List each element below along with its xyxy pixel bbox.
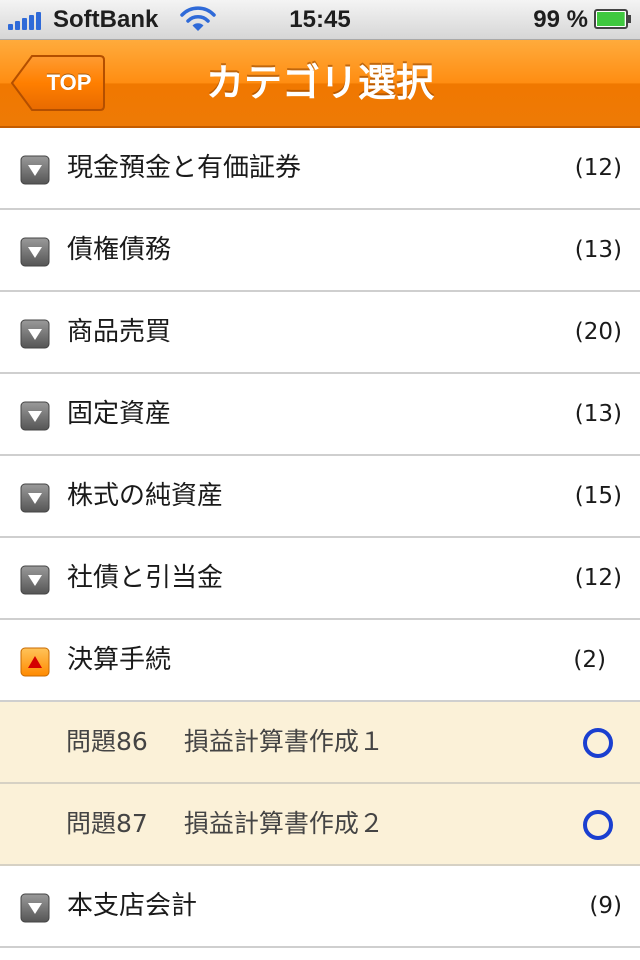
- question-title: 損益計算書作成１: [183, 727, 384, 756]
- battery-icon: [594, 9, 631, 29]
- category-count: (9): [589, 893, 622, 919]
- category-count: (12): [574, 565, 622, 591]
- category-label: 債権債務: [67, 235, 172, 265]
- category-row[interactable]: 商品売買 (20): [0, 292, 640, 374]
- category-label: 社債と引当金: [67, 563, 224, 593]
- triangle-down-icon: [20, 893, 50, 923]
- triangle-down-icon: [20, 319, 50, 349]
- category-row[interactable]: 固定資産 (13): [0, 374, 640, 456]
- category-row[interactable]: 債権債務 (13): [0, 210, 640, 292]
- triangle-up-icon: [20, 647, 50, 677]
- category-count: (12): [574, 155, 622, 181]
- category-count: (20): [574, 319, 622, 345]
- category-row[interactable]: 現金預金と有価証券 (12): [0, 128, 640, 210]
- triangle-down-icon: [20, 483, 50, 513]
- circle-icon: [583, 728, 613, 758]
- navigation-bar: TOP カテゴリ選択: [0, 40, 640, 128]
- category-row[interactable]: 株式の純資産 (15): [0, 456, 640, 538]
- triangle-down-icon: [20, 155, 50, 185]
- category-label: 固定資産: [67, 399, 172, 429]
- question-row[interactable]: 問題87 損益計算書作成２: [0, 784, 640, 866]
- category-label: 株式の純資産: [67, 481, 224, 511]
- battery-percent: 99 %: [533, 6, 588, 33]
- triangle-down-icon: [20, 565, 50, 595]
- question-title: 損益計算書作成２: [183, 809, 384, 838]
- category-row[interactable]: 社債と引当金 (12): [0, 538, 640, 620]
- page-title: カテゴリ選択: [205, 61, 434, 105]
- category-label: 本支店会計: [67, 891, 198, 921]
- category-count: (13): [574, 401, 622, 427]
- category-label: 商品売買: [67, 317, 172, 347]
- status-bar: SoftBank 15:45 99 %: [0, 0, 640, 40]
- category-count: (2): [573, 647, 606, 673]
- question-number: 問題87: [66, 809, 148, 838]
- category-label: 現金預金と有価証券: [67, 153, 302, 183]
- question-row[interactable]: 問題86 損益計算書作成１: [0, 702, 640, 784]
- question-number: 問題86: [66, 727, 148, 756]
- category-count: (15): [574, 483, 622, 509]
- circle-icon: [583, 810, 613, 840]
- question-label: 問題87 損益計算書作成２: [66, 784, 384, 864]
- category-label: 決算手続: [67, 645, 172, 675]
- question-label: 問題86 損益計算書作成１: [66, 702, 384, 782]
- triangle-down-icon: [20, 401, 50, 431]
- category-row[interactable]: 本支店会計 (9): [0, 866, 640, 948]
- category-count: (13): [574, 237, 622, 263]
- category-row-expanded[interactable]: 決算手続 (2): [0, 620, 640, 702]
- category-list: 現金預金と有価証券 (12) 債権債務 (13) 商品売買 (20) 固定資産 …: [0, 128, 640, 948]
- triangle-down-icon: [20, 237, 50, 267]
